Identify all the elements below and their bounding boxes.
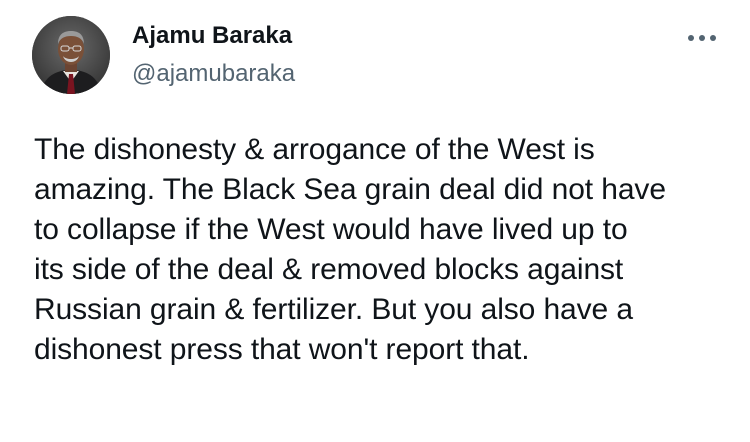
more-options-button[interactable] [684, 24, 720, 52]
more-horizontal-icon [688, 35, 716, 41]
author-info: Ajamu Baraka @ajamubaraka [132, 20, 295, 90]
tweet-text-line: its side of the deal & removed blocks ag… [34, 253, 624, 286]
tweet-text: The dishonesty & arrogance of the West i… [34, 130, 724, 370]
avatar-image [32, 16, 110, 94]
tweet-text-line: The dishonesty & arrogance of the West i… [34, 133, 595, 166]
tweet-text-line: dishonest press that won't report that. [34, 333, 530, 366]
author-handle[interactable]: @ajamubaraka [132, 58, 295, 90]
tweet-card: Ajamu Baraka @ajamubaraka The dishonesty… [0, 0, 750, 442]
avatar[interactable] [32, 16, 110, 94]
tweet-text-line: amazing. The Black Sea grain deal did no… [34, 173, 666, 206]
tweet-text-line: to collapse if the West would have lived… [34, 213, 628, 246]
author-display-name[interactable]: Ajamu Baraka [132, 20, 295, 52]
tweet-text-line: Russian grain & fertilizer. But you also… [34, 293, 633, 326]
